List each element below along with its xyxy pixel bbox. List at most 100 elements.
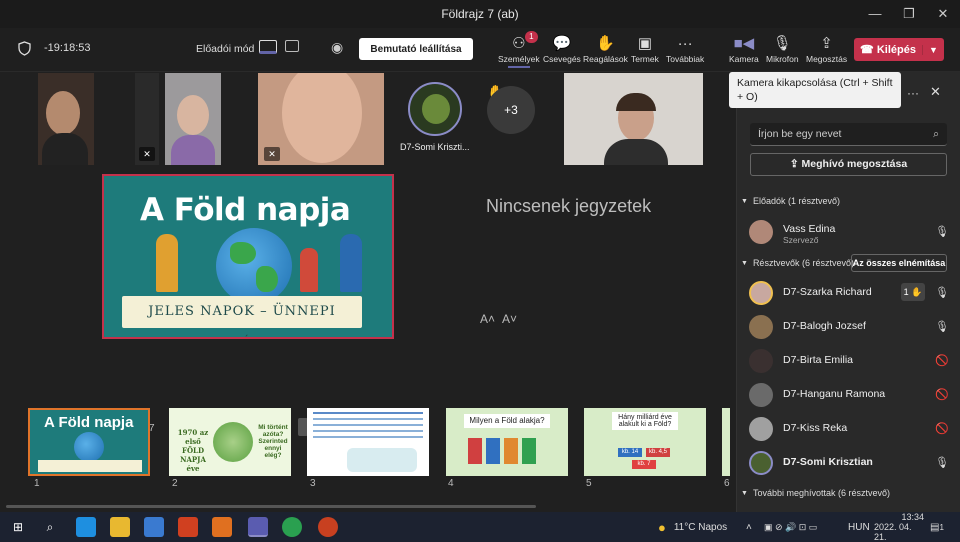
thumbnail-slide-4[interactable]: Milyen a Föld alakja?: [446, 408, 568, 476]
participant-name: D7-Kiss Reka: [783, 422, 848, 434]
leave-button[interactable]: ☎ Kilépés ▼: [854, 38, 944, 61]
participant-avatar[interactable]: [408, 82, 462, 136]
language-indicator[interactable]: HUN: [848, 512, 870, 542]
presenters-section-header[interactable]: ▼ Előadók (1 résztvevő): [741, 196, 840, 206]
attendee-row[interactable]: D7-Balogh Jozsef 🎙: [749, 313, 949, 341]
participant-name: Vass Edina: [783, 223, 836, 235]
slide-thumbnails: A Föld napja 1 1970 az első FÖLD NAPJA é…: [0, 398, 736, 493]
mic-off-icon: 🚫: [935, 389, 949, 401]
thumbnail-number: 2: [172, 478, 178, 489]
participant-video[interactable]: ✕: [258, 73, 384, 165]
edge-icon[interactable]: [76, 517, 96, 537]
reaction-icon: ✋: [596, 35, 615, 52]
standout-layout-icon[interactable]: [285, 40, 299, 52]
eye-icon[interactable]: ◉: [331, 39, 343, 56]
mute-all-button[interactable]: Az összes elnémítása: [851, 254, 947, 272]
increase-font-button[interactable]: A˄: [480, 312, 495, 326]
thumbnail-title: A Föld napja: [44, 414, 134, 431]
camera-button[interactable]: ■◀ Kamera: [729, 34, 759, 64]
powerpoint-icon[interactable]: [318, 517, 338, 537]
sun-icon: ●: [658, 519, 666, 535]
participant-name: D7-Szarka Richard: [783, 286, 872, 298]
attendee-row[interactable]: D7-Hanganu Ramona 🚫: [749, 381, 949, 409]
mic-off-icon: ✕: [264, 147, 280, 161]
reactions-button[interactable]: ✋ Reagálások: [583, 34, 628, 64]
microphone-icon: 🎙: [935, 457, 949, 469]
title-bar: Földrajz 7 (ab) — ❐ ✕: [0, 0, 960, 28]
decrease-font-button[interactable]: A˅: [502, 312, 517, 326]
vlc-icon[interactable]: [212, 517, 232, 537]
clock-time: 13:34: [901, 512, 924, 522]
more-label: Továbbiak: [666, 54, 705, 64]
more-button[interactable]: ··· Továbbiak: [666, 34, 704, 64]
share-invite-button[interactable]: ⇪ Meghívó megosztása: [750, 153, 947, 176]
thumbnail-slide-3[interactable]: [307, 408, 429, 476]
attendee-row[interactable]: D7-Somi Krisztian 🎙: [749, 449, 949, 477]
avatar: [749, 315, 773, 339]
presenter-row[interactable]: Vass Edina Szervező 🎙: [749, 218, 949, 246]
thumbnail-slide-1[interactable]: A Föld napja: [28, 408, 150, 476]
overflow-participants[interactable]: +3: [487, 86, 535, 134]
participant-search-input[interactable]: Írjon be egy nevet ⌕: [750, 123, 947, 146]
chevron-down-icon[interactable]: ▼: [922, 44, 944, 55]
chat-button[interactable]: 💬 Csevegés: [543, 34, 581, 64]
earth-illustration: [216, 228, 292, 304]
rooms-button[interactable]: ▣ Termek: [631, 34, 659, 64]
presented-slide[interactable]: A Föld napja JELES NAPOK – ÜNNEPI SZOKÁS…: [102, 174, 394, 339]
clock-date: 2022. 04. 21.: [874, 522, 912, 542]
weather-text: 11°C Napos: [673, 521, 728, 533]
thumbnail-scrollbar[interactable]: [6, 505, 536, 508]
search-icon[interactable]: ⌕: [40, 517, 60, 537]
participant-video[interactable]: [165, 73, 221, 165]
windows-start-icon[interactable]: ⊞: [8, 517, 28, 537]
clock[interactable]: 13:34 2022. 04. 21.: [874, 512, 924, 542]
content-only-layout-icon[interactable]: [259, 40, 277, 54]
panel-close-icon[interactable]: ✕: [930, 84, 941, 100]
minimize-button[interactable]: —: [858, 0, 892, 28]
mic-off-icon: ✕: [139, 147, 155, 161]
meeting-stage: ✕ ✕ D7-Somi Kriszti... ✋ +3 A Föld napja…: [0, 72, 736, 512]
presenters-header-label: Előadók (1 résztvevő): [752, 196, 840, 206]
teams-icon[interactable]: [248, 517, 268, 537]
office-icon[interactable]: [178, 517, 198, 537]
microphone-button[interactable]: 🎙 Mikrofon: [766, 34, 799, 64]
share-button[interactable]: ⇪ Megosztás: [806, 34, 847, 64]
file-explorer-icon[interactable]: [110, 517, 130, 537]
microphone-icon: 🎙: [935, 321, 949, 333]
thumbnail-text: kb. 7: [632, 460, 656, 469]
presenter-mode-label: Előadói mód: [196, 43, 255, 55]
self-video[interactable]: [564, 73, 703, 165]
stop-presenting-button[interactable]: Bemutató leállítása: [359, 38, 473, 60]
chrome-icon[interactable]: [282, 517, 302, 537]
maximize-button[interactable]: ❐: [892, 0, 926, 28]
share-icon: ⇪: [820, 35, 833, 52]
meeting-timer: -19:18:53: [44, 42, 91, 54]
slide-title: A Föld napja: [140, 192, 351, 228]
attendees-section-header[interactable]: ▼ Résztvevők (6 résztvevő): [741, 258, 854, 268]
thumbnail-slide-5[interactable]: Hány milliárd éve alakult ki a Föld? kb.…: [584, 408, 706, 476]
participant-video[interactable]: [38, 73, 94, 165]
share-invite-label: Meghívó megosztása: [801, 158, 908, 170]
notifications-icon[interactable]: ▤ 1: [930, 512, 944, 542]
chevron-up-icon[interactable]: ˄: [746, 512, 752, 542]
slide-banner: JELES NAPOK – ÜNNEPI SZOKÁSOK: [122, 296, 362, 337]
invited-section-header[interactable]: ▼ További meghívottak (6 résztvevő): [741, 488, 890, 498]
thumbnail-slide-6[interactable]: [722, 408, 730, 476]
attendee-row[interactable]: D7-Kiss Reka 🚫: [749, 415, 949, 443]
tray-icons[interactable]: ▣ ⊘ 🔊 ⊡ ▭: [764, 512, 817, 542]
person-illustration: [300, 248, 318, 292]
participant-video[interactable]: ✕: [135, 73, 159, 165]
thumbnail-slide-2[interactable]: 1970 az első FÖLD NAPJA éve Mi történt a…: [169, 408, 291, 476]
weather-widget[interactable]: ● 11°C Napos: [658, 512, 727, 542]
people-button[interactable]: ⚇ 1 Személyek: [498, 31, 540, 68]
leave-label: Kilépés: [876, 44, 916, 56]
attendee-row[interactable]: D7-Szarka Richard 1 ✋ 🎙: [749, 279, 949, 307]
microphone-label: Mikrofon: [766, 54, 799, 64]
close-button[interactable]: ✕: [926, 0, 960, 28]
raised-hand-badge: 1 ✋: [901, 283, 925, 301]
store-icon[interactable]: [144, 517, 164, 537]
thumbnail-text: Hány milliárd éve alakult ki a Föld?: [612, 412, 678, 430]
participant-name: D7-Somi Kriszti...: [400, 142, 470, 152]
panel-more-icon[interactable]: ···: [907, 86, 919, 100]
attendee-row[interactable]: D7-Birta Emilia 🚫: [749, 347, 949, 375]
